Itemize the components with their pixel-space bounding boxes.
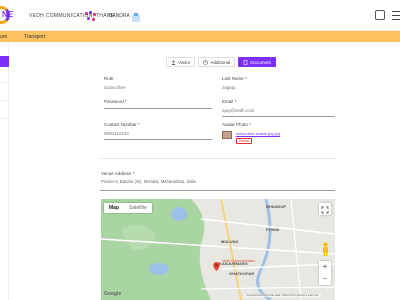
fullscreen-icon bbox=[321, 206, 329, 214]
sidebar bbox=[0, 42, 9, 300]
sidebar-divider bbox=[0, 82, 9, 83]
breadcrumb-current: Transport bbox=[24, 34, 46, 40]
role-field[interactable]: Role Subscriber bbox=[104, 76, 212, 90]
email-field[interactable]: Email * ajay@vedh.com bbox=[222, 99, 335, 117]
map-place-label: BHANDUP bbox=[266, 204, 286, 209]
tab-additional[interactable]: Additional bbox=[198, 57, 236, 67]
zoom-controls: + − bbox=[319, 261, 331, 285]
organization-name[interactable]: VEDH COMMUNICATION, THANE bbox=[29, 13, 114, 19]
tab-document-label: Document bbox=[250, 59, 271, 65]
pegman-icon[interactable] bbox=[321, 242, 330, 256]
clock-icon bbox=[203, 59, 209, 65]
passport-thumbnail[interactable] bbox=[222, 131, 232, 139]
map-place-label: GHATKOPAR bbox=[229, 271, 255, 276]
app-logo[interactable]: NE bbox=[0, 6, 16, 26]
email-underline bbox=[222, 116, 335, 117]
role-value: Subscriber bbox=[104, 85, 126, 90]
sidebar-item-active[interactable] bbox=[0, 56, 9, 67]
location-name[interactable]: BANDRA bbox=[109, 13, 130, 19]
map-place-label: MULUND bbox=[221, 239, 239, 244]
tab-document[interactable]: Document bbox=[238, 57, 276, 67]
sidebar-divider bbox=[0, 100, 9, 101]
last-name-field[interactable]: Last Name * Jagtap bbox=[222, 76, 335, 90]
tab-additional-label: Additional bbox=[210, 59, 231, 65]
address-input[interactable]: Pocket-3, Bandra (W), Mumbai, Maharashtr… bbox=[101, 179, 196, 184]
passport-field: Avatar Photo * subscriber-avatar-jpg.jpg… bbox=[222, 122, 280, 144]
document-icon bbox=[243, 59, 248, 65]
tab-visitor-label: Visitor bbox=[178, 59, 191, 65]
role-label: Role bbox=[104, 76, 114, 81]
passport-file-link[interactable]: subscriber-avatar-jpg.jpg bbox=[236, 131, 280, 136]
org-badge-icon bbox=[84, 10, 98, 22]
location-map[interactable]: Map Satellite BHANDUP MULUND POWAI KANJU… bbox=[101, 199, 335, 300]
map-poi-label: Vedh Communication bbox=[222, 259, 256, 263]
notifications-icon[interactable] bbox=[375, 10, 385, 20]
email-label: Email * bbox=[222, 99, 237, 104]
sidebar-divider bbox=[0, 118, 9, 119]
person-icon bbox=[171, 60, 176, 65]
email-value: ajay@vedh.com bbox=[222, 108, 255, 113]
map-view-button[interactable]: Map bbox=[104, 203, 124, 213]
location-pin-icon[interactable] bbox=[213, 262, 220, 271]
map-type-toggle: Map Satellite bbox=[104, 203, 152, 213]
password-label: Password * bbox=[104, 99, 127, 104]
address-underline bbox=[100, 190, 335, 191]
contact-value: 9900112233 bbox=[104, 131, 129, 136]
map-tiles bbox=[101, 199, 335, 300]
tab-visitor[interactable]: Visitor bbox=[166, 57, 196, 67]
last-name-value: Jagtap bbox=[222, 85, 236, 90]
password-field[interactable]: Password * bbox=[104, 99, 212, 109]
address-label: Venue Address * bbox=[101, 171, 135, 176]
map-place-label: POWAI bbox=[266, 227, 280, 232]
map-footer: Keyboard shortcuts Map data ©2024 Terms … bbox=[244, 294, 321, 297]
breadcrumb-home[interactable]: ure bbox=[0, 34, 7, 40]
section-divider bbox=[100, 158, 335, 159]
fullscreen-button[interactable] bbox=[319, 203, 331, 215]
passport-label: Avatar Photo * bbox=[222, 122, 251, 127]
passport-delete-button[interactable]: Delete bbox=[236, 138, 253, 144]
zoom-out-button[interactable]: − bbox=[319, 273, 331, 285]
form-tabs: Visitor Additional Document bbox=[166, 57, 279, 67]
zoom-in-button[interactable]: + bbox=[319, 261, 331, 273]
breadcrumb: ure Transport bbox=[0, 31, 400, 42]
satellite-view-button[interactable]: Satellite bbox=[124, 203, 152, 213]
top-header: NE VEDH COMMUNICATION, THANE BANDRA bbox=[0, 0, 400, 31]
contact-label: Contact Number * bbox=[104, 122, 140, 127]
contact-field[interactable]: Contact Number * 9900112233 bbox=[104, 122, 212, 140]
contact-underline bbox=[104, 139, 212, 140]
location-badge-icon bbox=[131, 10, 141, 22]
menu-icon[interactable] bbox=[392, 11, 400, 20]
google-logo: Google bbox=[104, 291, 122, 297]
password-underline bbox=[104, 108, 212, 109]
last-name-label: Last Name * bbox=[222, 76, 247, 81]
